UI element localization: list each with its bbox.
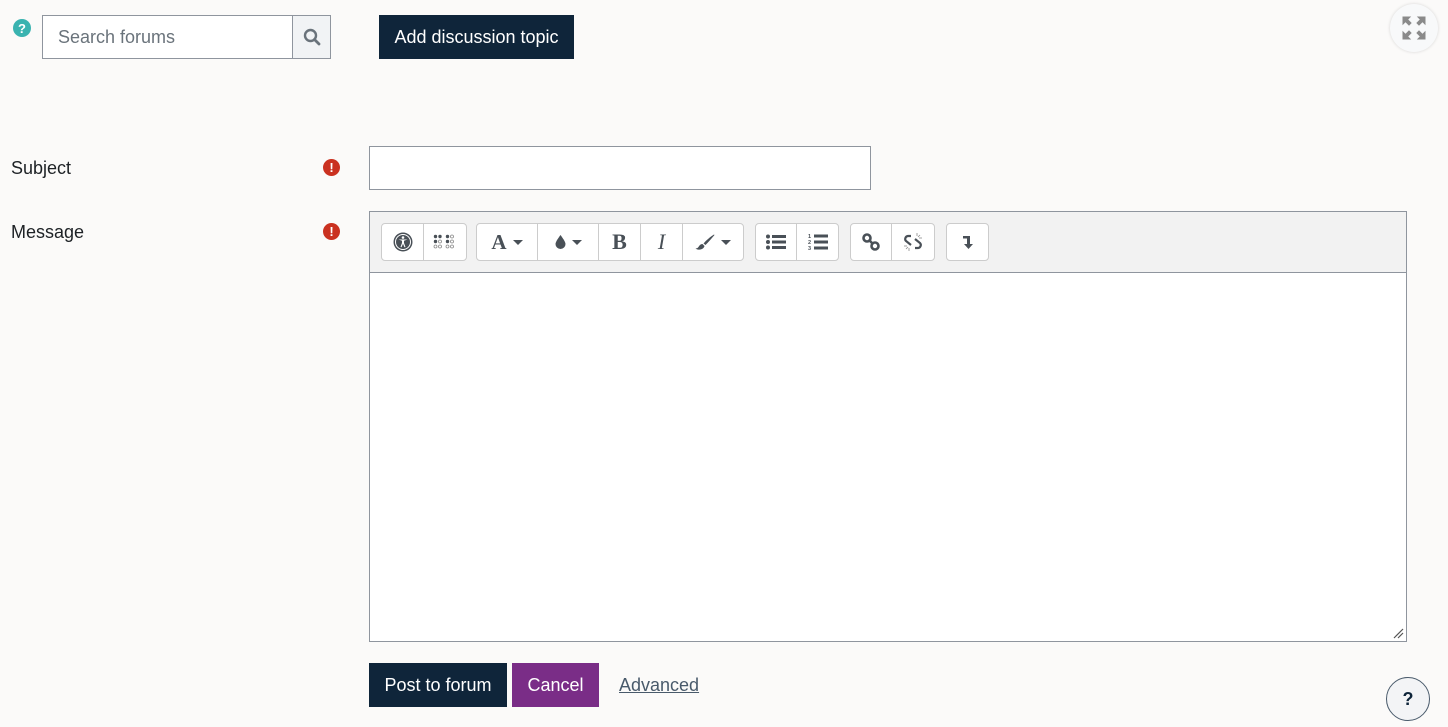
accessibility-checker-button[interactable] [382,224,424,260]
font-color-dropdown[interactable] [538,224,599,260]
post-to-forum-button[interactable]: Post to forum [369,663,507,707]
expand-toolbar-icon [962,236,973,249]
toolbar-group-more [946,223,989,261]
cancel-button[interactable]: Cancel [512,663,599,707]
search-button[interactable] [292,15,331,59]
search-forums [42,15,331,59]
resize-handle-icon[interactable] [1392,627,1404,639]
unordered-list-icon [766,234,786,250]
color-drop-icon [555,235,565,249]
help-icon[interactable]: ? [13,19,31,37]
message-content-area[interactable] [370,273,1406,641]
chevron-down-icon [721,239,731,245]
chevron-down-icon [571,239,582,245]
link-icon [862,233,880,251]
search-icon [303,28,320,46]
toolbar-group-links [850,223,935,261]
fullscreen-toggle-button[interactable] [1390,4,1438,52]
subject-input[interactable] [369,146,871,190]
message-editor: A B I 1 2 3 [369,211,1407,642]
help-button[interactable]: ? [1386,677,1430,721]
show-more-buttons[interactable] [947,224,988,260]
bold-button[interactable]: B [599,224,641,260]
bold-icon: B [612,229,627,254]
chevron-down-icon [512,239,523,245]
more-formatting-dropdown[interactable] [683,224,743,260]
advanced-link[interactable]: Advanced [619,675,699,696]
unordered-list-button[interactable] [756,224,797,260]
italic-icon: I [657,229,666,254]
ordered-list-icon: 123 [808,234,828,251]
message-label: Message [11,222,85,242]
accessibility-icon [393,232,412,252]
screenreader-helper-button[interactable] [424,224,466,260]
editor-toolbar: A B I 1 2 3 [370,212,1406,273]
braille-icon [433,234,454,249]
search-input[interactable] [42,15,292,59]
toolbar-group-accessibility [381,223,467,261]
unlink-button[interactable] [892,224,934,260]
add-discussion-topic-button[interactable]: Add discussion topic [379,15,574,59]
expand-icon [1402,16,1426,40]
required-icon: ! [323,159,340,176]
italic-button[interactable]: I [641,224,683,260]
subject-label: Subject [11,158,72,178]
unlink-icon [904,233,922,251]
link-button[interactable] [851,224,892,260]
font-style-dropdown[interactable]: A [477,224,538,260]
svg-text:3: 3 [808,246,811,251]
paintbrush-icon [695,234,715,250]
required-icon: ! [323,223,340,240]
toolbar-group-style: A B I [476,223,744,261]
toolbar-group-lists: 123 [755,223,839,261]
font-icon: A [491,229,507,254]
ordered-list-button[interactable]: 123 [797,224,838,260]
